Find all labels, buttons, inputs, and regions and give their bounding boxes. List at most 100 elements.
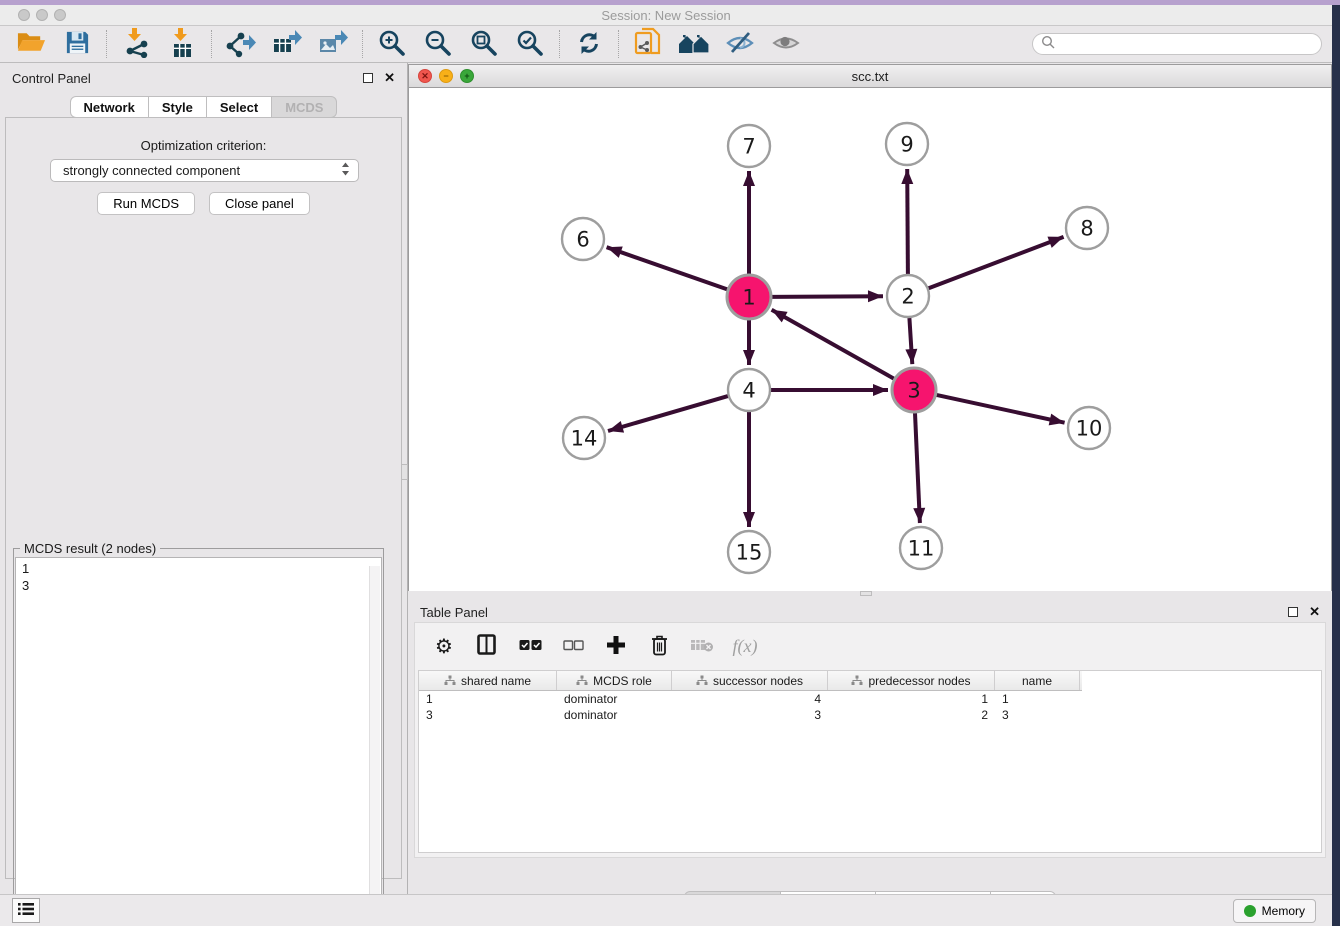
open-session-button[interactable] xyxy=(12,28,50,60)
maximize-window-button[interactable] xyxy=(54,9,66,21)
graph-node-1[interactable]: 1 xyxy=(727,275,771,319)
home-views-button[interactable] xyxy=(675,28,713,60)
column-header-mcds-role[interactable]: MCDS role xyxy=(557,671,672,690)
column-header-shared-name[interactable]: shared name xyxy=(419,671,557,690)
network-canvas[interactable]: 1 2 3 4 6 7 8 9 10 11 14 15 xyxy=(409,88,1331,591)
node-table: shared nameMCDS rolesuccessor nodes prede… xyxy=(418,670,1322,853)
horizontal-splitter-grip[interactable] xyxy=(860,591,872,596)
select-all-columns-button[interactable] xyxy=(513,630,547,662)
export-image-button[interactable] xyxy=(314,28,352,60)
close-panel-icon[interactable]: ✕ xyxy=(1309,607,1320,617)
edge-4-14[interactable] xyxy=(608,396,728,431)
tab-network[interactable]: Network xyxy=(70,96,149,118)
table-row[interactable]: 1dominator411 xyxy=(419,691,1321,707)
task-history-button[interactable] xyxy=(12,898,40,923)
graph-node-8[interactable]: 8 xyxy=(1066,207,1108,249)
node-label: 10 xyxy=(1076,417,1103,441)
add-column-button[interactable] xyxy=(599,630,633,662)
function-builder-button[interactable]: f(x) xyxy=(728,630,762,662)
column-header-successor-nodes[interactable]: successor nodes xyxy=(672,671,828,690)
import-table-icon xyxy=(167,27,197,61)
import-network-button[interactable] xyxy=(117,28,155,60)
table-options-button[interactable]: ⚙ xyxy=(427,630,461,662)
show-columns-button[interactable] xyxy=(470,630,504,662)
column-header-name[interactable]: name xyxy=(995,671,1080,690)
graph-node-15[interactable]: 15 xyxy=(728,531,770,573)
mcds-result-box: MCDS result (2 nodes) 13 xyxy=(13,548,384,926)
maximize-view-button[interactable]: + xyxy=(460,69,474,83)
column-label: predecessor nodes xyxy=(868,674,970,688)
zoom-in-button[interactable] xyxy=(373,28,411,60)
list-icon xyxy=(17,901,35,920)
plus-icon xyxy=(605,634,627,659)
window-controls[interactable] xyxy=(18,9,66,21)
export-network-button[interactable] xyxy=(222,28,260,60)
criterion-dropdown[interactable]: strongly connected component xyxy=(50,159,359,182)
graph-node-7[interactable]: 7 xyxy=(728,125,770,167)
delete-column-button[interactable] xyxy=(642,630,676,662)
toolbar-separator xyxy=(362,30,363,58)
refresh-icon xyxy=(575,29,603,60)
search-field[interactable] xyxy=(1032,33,1322,55)
zoom-out-icon xyxy=(424,29,452,60)
close-view-button[interactable]: ✕ xyxy=(418,69,432,83)
close-panel-icon[interactable]: ✕ xyxy=(384,73,395,83)
control-panel: Control Panel ✕ NetworkStyleSelectMCDS O… xyxy=(0,63,408,894)
graph-node-3[interactable]: 3 xyxy=(892,368,936,412)
edge-3-10[interactable] xyxy=(937,395,1065,423)
table-cell: 1 xyxy=(995,692,1080,706)
edge-1-2[interactable] xyxy=(772,296,883,297)
zoom-selected-button[interactable] xyxy=(511,28,549,60)
minimize-window-button[interactable] xyxy=(36,9,48,21)
save-session-button[interactable] xyxy=(58,28,96,60)
network-window-titlebar[interactable]: ✕ − + scc.txt xyxy=(409,65,1331,88)
graph-node-6[interactable]: 6 xyxy=(562,218,604,260)
graph-node-11[interactable]: 11 xyxy=(900,527,942,569)
graph-node-9[interactable]: 9 xyxy=(886,123,928,165)
deselect-all-columns-button[interactable] xyxy=(556,630,590,662)
edge-2-9[interactable] xyxy=(907,169,908,274)
graph-node-4[interactable]: 4 xyxy=(728,369,770,411)
memory-button[interactable]: Memory xyxy=(1233,899,1316,923)
graph-node-10[interactable]: 10 xyxy=(1068,407,1110,449)
run-mcds-button[interactable]: Run MCDS xyxy=(97,192,195,215)
copy-network-button[interactable] xyxy=(629,28,667,60)
network-graph-svg[interactable]: 1 2 3 4 6 7 8 9 10 11 14 15 xyxy=(409,88,1331,591)
tab-select[interactable]: Select xyxy=(207,96,272,118)
edge-1-6[interactable] xyxy=(607,247,728,289)
search-input[interactable] xyxy=(1055,36,1313,52)
refresh-view-button[interactable] xyxy=(570,28,608,60)
node-label: 15 xyxy=(736,541,763,565)
column-header-predecessor-nodes[interactable]: predecessor nodes xyxy=(828,671,995,690)
minimize-view-button[interactable]: − xyxy=(439,69,453,83)
network-window-controls[interactable]: ✕ − + xyxy=(418,69,474,83)
tab-style[interactable]: Style xyxy=(149,96,207,118)
export-table-button[interactable] xyxy=(268,28,306,60)
graph-node-2[interactable]: 2 xyxy=(887,275,929,317)
save-floppy-icon xyxy=(64,29,91,59)
edge-3-1[interactable] xyxy=(772,310,894,379)
edge-2-3[interactable] xyxy=(909,318,912,364)
mcds-result-line: 3 xyxy=(22,577,375,594)
close-panel-button[interactable]: Close panel xyxy=(209,192,310,215)
tab-mcds[interactable]: MCDS xyxy=(272,96,337,118)
result-scrollbar[interactable] xyxy=(369,566,380,922)
float-panel-icon[interactable] xyxy=(363,73,373,83)
edge-3-11[interactable] xyxy=(915,413,920,523)
network-window-title: scc.txt xyxy=(852,69,889,84)
hide-details-button[interactable] xyxy=(721,28,759,60)
vertical-splitter-grip[interactable] xyxy=(401,464,408,480)
mcds-result-text[interactable]: 13 xyxy=(15,557,382,924)
column-hierarchy-icon xyxy=(696,675,708,686)
float-panel-icon[interactable] xyxy=(1288,607,1298,617)
table-row[interactable]: 3dominator323 xyxy=(419,707,1321,723)
show-details-button[interactable] xyxy=(767,28,805,60)
zoom-out-button[interactable] xyxy=(419,28,457,60)
zoom-fit-button[interactable] xyxy=(465,28,503,60)
close-window-button[interactable] xyxy=(18,9,30,21)
column-hierarchy-icon xyxy=(444,675,456,686)
edge-2-8[interactable] xyxy=(929,237,1064,288)
delete-table-button[interactable] xyxy=(685,630,719,662)
graph-node-14[interactable]: 14 xyxy=(563,417,605,459)
import-table-button[interactable] xyxy=(163,28,201,60)
